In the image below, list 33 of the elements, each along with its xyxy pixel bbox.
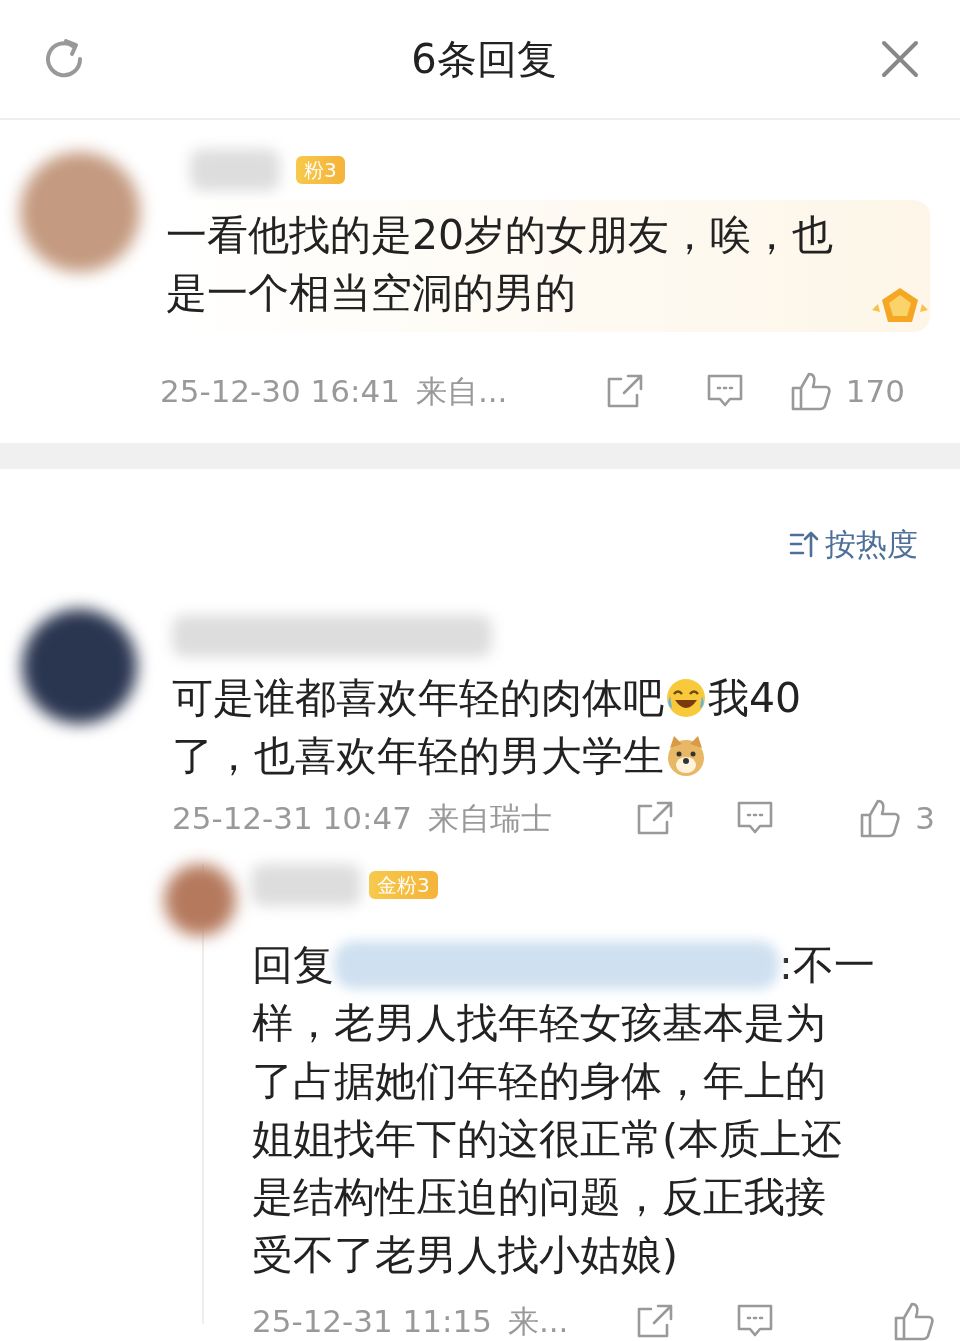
comment-text: 可是谁都喜欢年轻的肉体吧	[172, 673, 664, 724]
page-title: 6条回复	[411, 35, 557, 84]
share-icon[interactable]	[636, 800, 674, 837]
like-icon[interactable]	[893, 1300, 935, 1341]
comment-text: 了，也喜欢年轻的男大学生	[172, 731, 664, 782]
comment-source: 来...	[507, 1301, 569, 1341]
like-icon[interactable]	[789, 371, 832, 412]
comment-text: 姐姐找年下的这很正常(本质上还	[252, 1113, 843, 1165]
reply-label: 回复	[252, 939, 334, 991]
comment-text: 是一个相当空洞的男的	[166, 268, 577, 319]
fan-badge: 粉3	[296, 156, 345, 184]
comment-text: 受不了老男人找小姑娘)	[252, 1229, 679, 1281]
comment-source: 来自瑞士	[427, 799, 552, 838]
comment-icon[interactable]	[736, 1302, 774, 1339]
laughing-emoji-icon	[664, 676, 708, 720]
comment-text: 了占据她们年轻的身体，年上的	[252, 1055, 827, 1107]
like-icon[interactable]	[859, 798, 902, 839]
comment-time: 25-12-31 10:47	[172, 799, 412, 838]
comment-text: :不一	[779, 939, 875, 991]
close-icon[interactable]	[880, 39, 920, 79]
comment-text: 我40	[708, 673, 802, 724]
like-count: 3	[915, 799, 935, 838]
fan-badge: 金粉3	[369, 870, 438, 899]
comment-source: 来自...	[415, 372, 508, 411]
like-count: 170	[845, 372, 905, 411]
share-icon[interactable]	[606, 373, 644, 410]
comment-text: 样，老男人找年轻女孩基本是为	[252, 997, 827, 1049]
comment-text: 是结构性压迫的问题，反正我接	[252, 1171, 827, 1223]
sort-button[interactable]: 按热度	[789, 520, 918, 567]
comment-text: 一看他找的是20岁的女朋友，唉，也	[166, 210, 835, 261]
share-icon[interactable]	[636, 1302, 674, 1339]
comment-time: 25-12-31 11:15	[252, 1301, 492, 1341]
comment-time: 25-12-30 16:41	[160, 372, 400, 411]
